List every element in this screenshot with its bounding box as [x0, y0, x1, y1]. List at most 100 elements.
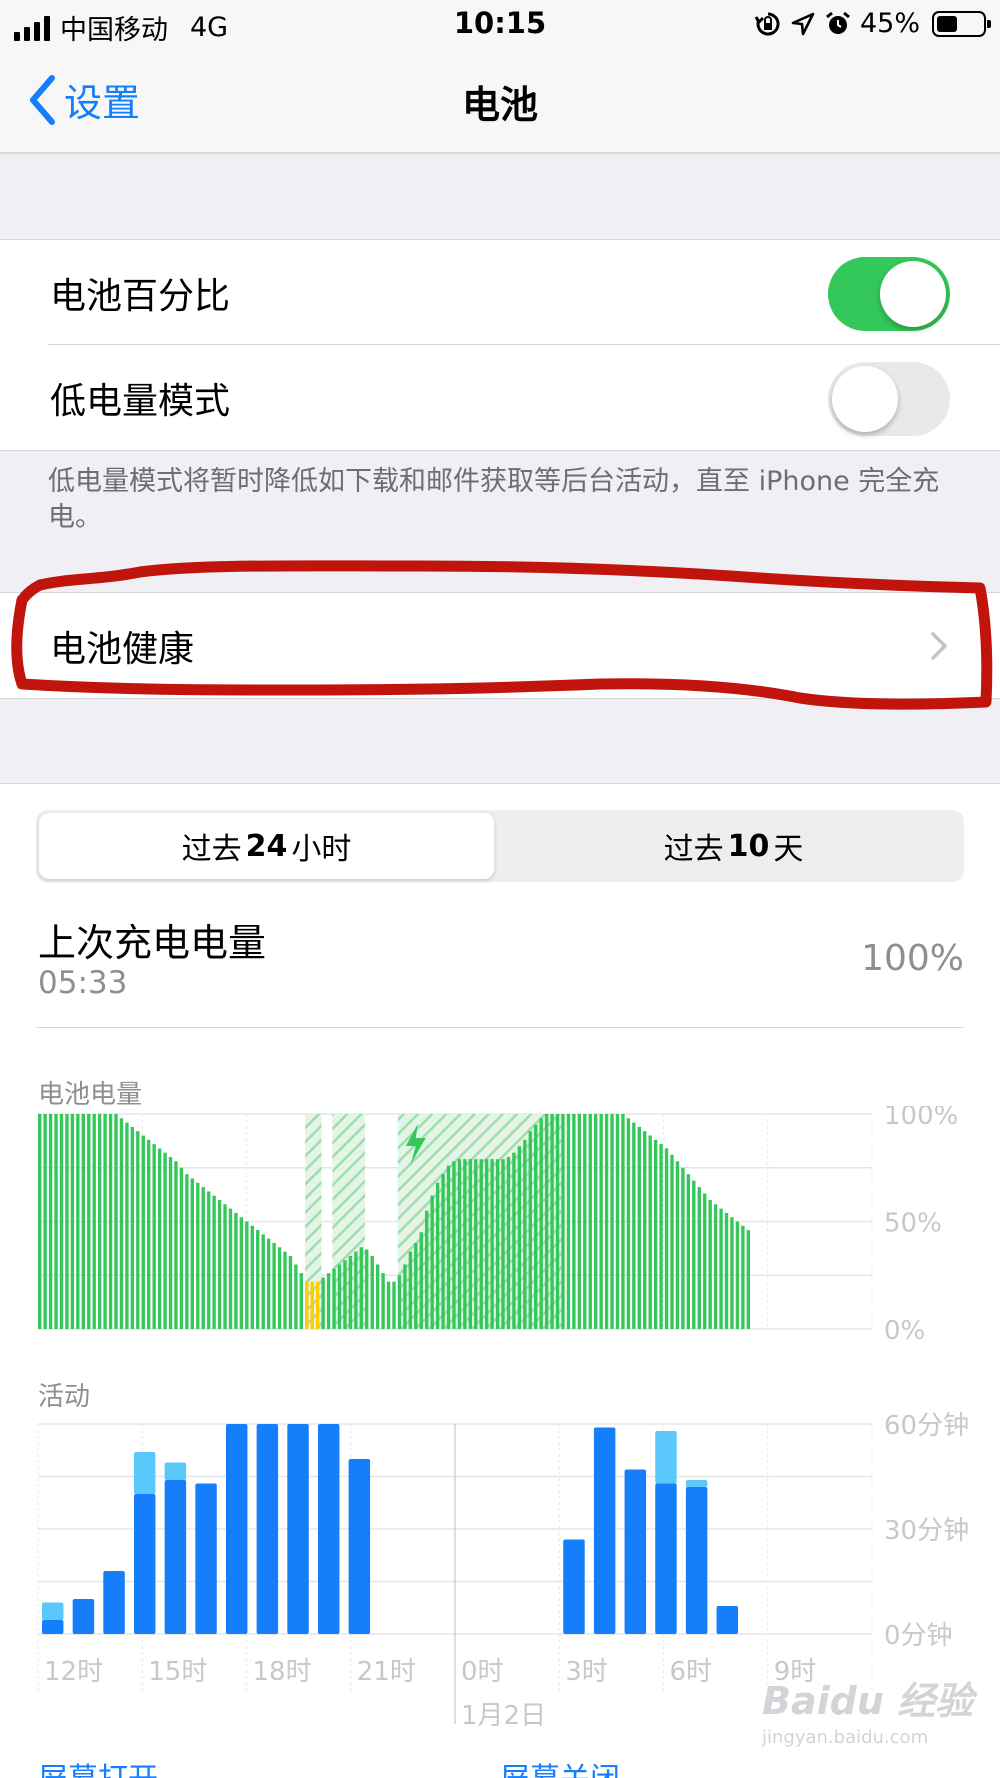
battery-level-bar — [141, 1135, 145, 1329]
tab-past-10-days[interactable]: 过去 10 天 — [506, 813, 961, 879]
battery-level-bar — [550, 1114, 554, 1329]
last-charge-time: 05:33 — [38, 965, 128, 1001]
battery-level-bar — [572, 1114, 576, 1329]
battery-level-bar — [566, 1114, 571, 1329]
battery-level-bar — [81, 1114, 85, 1329]
battery-level-bar — [490, 1159, 494, 1329]
screen-on-bar — [256, 1424, 279, 1634]
activity-x-tick: 18时 — [253, 1657, 312, 1687]
low-power-row: 低电量模式 — [0, 345, 1000, 450]
screen-off-bar — [133, 1452, 156, 1494]
last-charge-value: 100% — [861, 938, 964, 979]
battery-level-bar — [277, 1247, 282, 1329]
battery-level-bar — [577, 1114, 582, 1329]
battery-level-bar — [610, 1114, 614, 1329]
battery-level-bar — [59, 1114, 64, 1329]
baidu-jingyan-watermark: Baidu 经验 jingyan.baidu.com — [762, 1679, 974, 1748]
battery-level-bar — [517, 1146, 522, 1329]
tab-24h-prefix: 过去 — [181, 832, 242, 867]
battery-level-bar — [136, 1131, 140, 1329]
time-range-segmented-control: 过去 24 小时 过去 10 天 — [36, 810, 964, 882]
battery-level-bar — [103, 1114, 107, 1329]
screen-on-bar — [593, 1427, 616, 1634]
activity-x-tick: 21时 — [357, 1657, 416, 1687]
status-right: 45% — [754, 8, 991, 39]
tab-10d-number: 10 — [727, 828, 770, 864]
battery-level-bar — [65, 1114, 69, 1329]
battery-health-label: 电池健康 — [50, 628, 195, 670]
battery-usage-panel: 过去 24 小时 过去 10 天 上次充电电量 05:33 100% 电池电量 100%… — [0, 783, 1000, 1778]
battery-level-bar — [381, 1273, 385, 1329]
battery-level-bar — [365, 1249, 369, 1329]
status-bar: 中国移动 4G 10:15 45% — [0, 0, 1000, 50]
low-power-toggle[interactable] — [828, 362, 950, 436]
battery-level-bar — [430, 1195, 434, 1329]
battery-level-bar — [506, 1157, 511, 1329]
battery-y-tick: 100% — [884, 1106, 958, 1131]
screen-on-bar — [103, 1571, 125, 1634]
battery-level-bar — [234, 1212, 238, 1329]
battery-level-bar — [637, 1126, 641, 1329]
activity-x-tick: 15时 — [148, 1657, 207, 1687]
battery-level-bar — [245, 1221, 249, 1329]
battery-level-bar — [408, 1251, 413, 1329]
battery-level-bar — [272, 1243, 276, 1329]
battery-y-tick: 0% — [884, 1316, 925, 1346]
battery-percentage-label: 电池百分比 — [50, 275, 231, 317]
battery-percentage-toggle[interactable] — [828, 257, 950, 331]
battery-level-bar — [179, 1167, 184, 1329]
battery-level-bar — [719, 1208, 723, 1329]
battery-level-bar — [724, 1212, 729, 1329]
battery-level-bar — [196, 1182, 200, 1329]
battery-level-bar — [615, 1114, 620, 1329]
screen-off-bar — [685, 1480, 708, 1487]
battery-level-bar — [632, 1122, 636, 1329]
battery-level-bar — [463, 1159, 467, 1329]
battery-level-bar — [92, 1114, 96, 1329]
battery-level-bar — [626, 1118, 631, 1329]
battery-level-bar — [446, 1165, 451, 1329]
battery-level-bar — [332, 1268, 336, 1329]
battery-level-bar — [670, 1154, 674, 1329]
battery-level-bar — [730, 1217, 734, 1329]
battery-level-bar — [375, 1264, 380, 1329]
battery-level-bar — [741, 1225, 745, 1329]
tab-10d-suffix: 天 — [773, 832, 804, 867]
screen-on-bar — [563, 1539, 585, 1634]
battery-level-bar — [87, 1114, 91, 1329]
screen-on-bar — [317, 1424, 340, 1634]
screen-on-bar — [348, 1459, 371, 1634]
page-title: 电池 — [461, 83, 538, 127]
battery-level-bar — [321, 1277, 325, 1329]
battery-level-bar — [299, 1273, 304, 1329]
screen-on-bar — [72, 1599, 95, 1634]
battery-percent: 45% — [859, 8, 920, 39]
battery-level-bar — [697, 1187, 701, 1329]
screen-on-link[interactable]: 屏幕打开 — [38, 1754, 158, 1778]
tab-past-24-hours[interactable]: 过去 24 小时 — [39, 813, 494, 879]
battery-icon — [932, 10, 991, 37]
battery-level-bar — [157, 1148, 162, 1329]
battery-level-bar — [386, 1281, 391, 1329]
battery-level-bar — [703, 1193, 707, 1329]
battery-level-bar — [48, 1114, 53, 1329]
activity-y-tick: 0分钟 — [884, 1621, 953, 1651]
battery-level-bar — [414, 1243, 418, 1329]
battery-level-bar — [746, 1230, 751, 1329]
battery-level-bar — [250, 1225, 254, 1329]
battery-level-bar — [370, 1255, 374, 1329]
battery-level-bar — [539, 1118, 543, 1329]
location-icon — [791, 12, 815, 35]
battery-health-row[interactable]: 电池健康 — [0, 593, 1000, 698]
activity-x-tick: 3时 — [565, 1657, 608, 1687]
battery-level-bar — [114, 1114, 118, 1329]
battery-level-bar — [343, 1260, 347, 1329]
battery-level-bar — [544, 1114, 549, 1329]
battery-level-bar — [119, 1118, 124, 1329]
screen-off-link[interactable]: 屏幕关闭 — [500, 1754, 620, 1778]
screen-on-bar — [225, 1424, 248, 1634]
screen-on-bar — [685, 1487, 708, 1634]
activity-y-tick: 60分钟 — [884, 1412, 969, 1441]
battery-level-bar — [555, 1114, 560, 1329]
battery-y-tick: 50% — [884, 1209, 942, 1239]
